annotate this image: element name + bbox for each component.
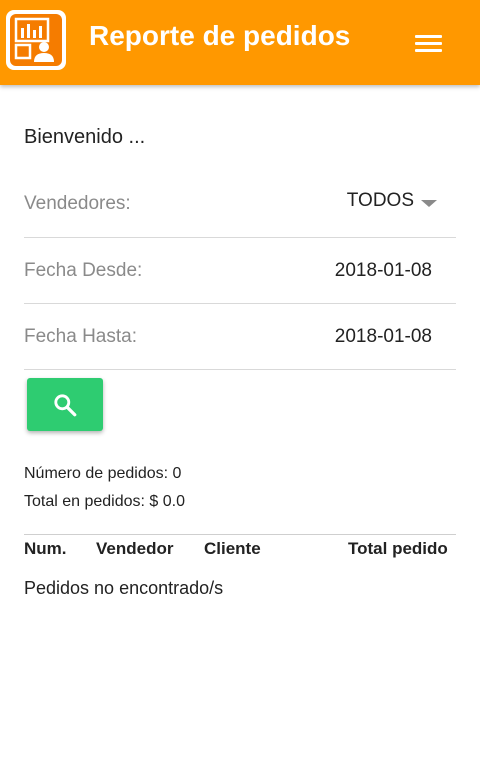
- table-header: Num. Vendedor Cliente Total pedido: [24, 534, 456, 558]
- vendedores-select[interactable]: TODOS: [347, 190, 414, 212]
- page-title: Reporte de pedidos: [89, 20, 351, 51]
- order-count: Número de pedidos: 0: [24, 465, 182, 482]
- fecha-hasta-label: Fecha Hasta:: [24, 326, 137, 347]
- column-header-total: Total pedido: [348, 539, 448, 558]
- orders-report-logo-icon: [6, 10, 66, 70]
- empty-orders-message: Pedidos no encontrado/s: [24, 578, 224, 598]
- chevron-down-icon[interactable]: [421, 200, 437, 207]
- order-total: Total en pedidos: $ 0.0: [24, 493, 186, 510]
- fecha-desde-field[interactable]: 2018-01-08: [335, 260, 432, 282]
- column-header-cliente: Cliente: [204, 539, 261, 558]
- welcome-text: Bienvenido ...: [24, 126, 146, 148]
- vendedores-row: Vendedores: TODOS: [24, 172, 456, 238]
- column-header-num: Num.: [24, 539, 67, 558]
- app-bar: Reporte de pedidos: [0, 0, 480, 85]
- fecha-hasta-row: Fecha Hasta: 2018-01-08: [24, 304, 456, 370]
- column-header-vendedor: Vendedor: [96, 539, 174, 558]
- fecha-desde-label: Fecha Desde:: [24, 260, 143, 281]
- search-button[interactable]: [27, 378, 103, 431]
- vendedores-label: Vendedores:: [24, 193, 131, 214]
- fecha-desde-row: Fecha Desde: 2018-01-08: [24, 238, 456, 304]
- fecha-hasta-field[interactable]: 2018-01-08: [335, 326, 432, 348]
- hamburger-menu-icon[interactable]: [412, 28, 446, 58]
- search-icon: [54, 394, 77, 417]
